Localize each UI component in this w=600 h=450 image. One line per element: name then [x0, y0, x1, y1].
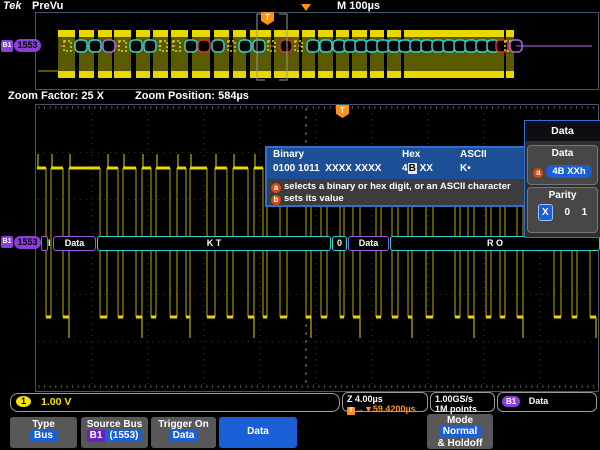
- ascii-column-header: ASCII: [460, 149, 487, 160]
- decode-word-0[interactable]: 0: [332, 236, 347, 251]
- popup-header: Binary Hex ASCII 0100 1011 XXXX XXXX 4B …: [267, 148, 524, 179]
- channel1-scale: 1.00 V: [41, 396, 71, 408]
- zoom-position-readout: Zoom Position: 584µs: [135, 90, 249, 102]
- decode-bus-label[interactable]: 1553: [14, 236, 41, 249]
- parity-menu-label: Parity: [528, 190, 597, 201]
- parity-option-1[interactable]: 1: [582, 207, 588, 218]
- decode-word-data1[interactable]: Data: [53, 236, 96, 251]
- mode-suffix: & Holdoff: [427, 438, 493, 449]
- knob-b-icon: b: [271, 195, 281, 205]
- acquisition-status: PreVu: [32, 0, 63, 12]
- parity-option-x[interactable]: X: [538, 204, 553, 221]
- zoom-scale-readout: Z 4.00µs: [347, 394, 423, 404]
- trigger-t-icon: T: [347, 407, 355, 415]
- timebase-readout: M 100µs: [337, 0, 380, 12]
- parity-menu-box[interactable]: Parity X 0 1: [527, 187, 598, 233]
- decode-partial-label: I: [48, 236, 51, 250]
- sample-rate-readout: 1.00GS/s: [435, 394, 490, 404]
- menu-data-button-selected[interactable]: Data: [219, 417, 297, 448]
- knob-b-hint: sets its value: [284, 193, 344, 204]
- knob-a-icon: a: [271, 183, 281, 193]
- menu-type-title: Type: [10, 419, 77, 430]
- zoom-factor-readout: Zoom Factor: 25 X: [8, 90, 104, 102]
- hex-suffix: XX: [417, 163, 433, 174]
- knob-a-icon: a: [533, 168, 543, 178]
- hex-column-header: Hex: [402, 149, 420, 160]
- trigger-delay-value: 59.4200µs: [373, 404, 416, 414]
- decode-partial-box: [41, 236, 48, 251]
- menu-source-title: Source Bus: [81, 419, 148, 430]
- ascii-value[interactable]: K•: [460, 163, 471, 174]
- overview-window: [35, 12, 599, 90]
- decode-bus-badge[interactable]: B1: [1, 236, 13, 248]
- trigger-arrows: →▼: [355, 404, 373, 414]
- menu-type-button[interactable]: Type Bus: [10, 417, 77, 448]
- bus-trigger-box: B1 Data: [497, 392, 597, 412]
- overview-bus-label: 1553: [14, 39, 41, 52]
- zoom-timebase-box: Z 4.00µs T→▼59.4200µs: [342, 392, 428, 412]
- menu-source-bus-button[interactable]: Source Bus B1(1553): [81, 417, 148, 448]
- menu-type-value: Bus: [30, 430, 57, 442]
- mode-popup[interactable]: Mode Normal & Holdoff: [427, 414, 493, 449]
- channel-readout-bar: 1 1.00 V: [10, 393, 340, 412]
- knob-a-hint: selects a binary or hex digit, or an ASC…: [284, 181, 511, 192]
- data-menu-box[interactable]: Data a4B XXh: [527, 145, 598, 185]
- side-menu-panel: Data Data a4B XXh Parity X 0 1: [524, 120, 600, 238]
- overview-bus-badge: B1: [1, 40, 13, 52]
- hex-edit-cursor[interactable]: B: [408, 163, 417, 174]
- menu-source-value: (1553): [105, 430, 142, 442]
- data-editor-popup: Binary Hex ASCII 0100 1011 XXXX XXXX 4B …: [265, 146, 526, 207]
- acquisition-info-box: 1.00GS/s 1M points: [430, 392, 495, 412]
- decode-word-data2[interactable]: Data: [348, 236, 389, 251]
- menu-trigger-on-button[interactable]: Trigger On Data: [151, 417, 216, 448]
- channel1-badge[interactable]: 1: [16, 396, 31, 407]
- bus-trigger-value: Data: [529, 396, 549, 406]
- data-value-pill[interactable]: 4B XXh: [546, 165, 591, 178]
- menu-trigger-value: Data: [169, 430, 199, 442]
- bus-badge: B1: [502, 396, 520, 407]
- decode-word-ro[interactable]: R O: [390, 236, 600, 251]
- side-menu-title: Data: [525, 121, 600, 141]
- menu-trigger-title: Trigger On: [151, 419, 216, 430]
- trigger-position-icon: [301, 4, 311, 11]
- hex-value[interactable]: 4B XX: [402, 163, 433, 174]
- binary-value[interactable]: 0100 1011 XXXX XXXX: [273, 163, 381, 174]
- tek-logo: Tek: [3, 0, 22, 12]
- oscilloscope-screen: Tek PreVu M 100µs B1 1553 T Zoom Factor:…: [0, 0, 600, 450]
- decode-word-kt[interactable]: K T: [97, 236, 331, 251]
- record-length-readout: 1M points: [435, 404, 490, 414]
- binary-column-header: Binary: [273, 149, 304, 160]
- trigger-delay-readout: T→▼59.4200µs: [347, 404, 423, 415]
- menu-source-badge: B1: [87, 430, 106, 442]
- knob-b-hint-row: bsets its value: [271, 193, 344, 205]
- data-menu-label: Data: [528, 148, 597, 159]
- mode-value: Normal: [439, 426, 481, 438]
- hex-prefix: 4: [402, 163, 408, 174]
- knob-a-hint-row: aselects a binary or hex digit, or an AS…: [271, 181, 511, 193]
- mode-title: Mode: [427, 415, 493, 426]
- parity-option-0[interactable]: 0: [564, 207, 570, 218]
